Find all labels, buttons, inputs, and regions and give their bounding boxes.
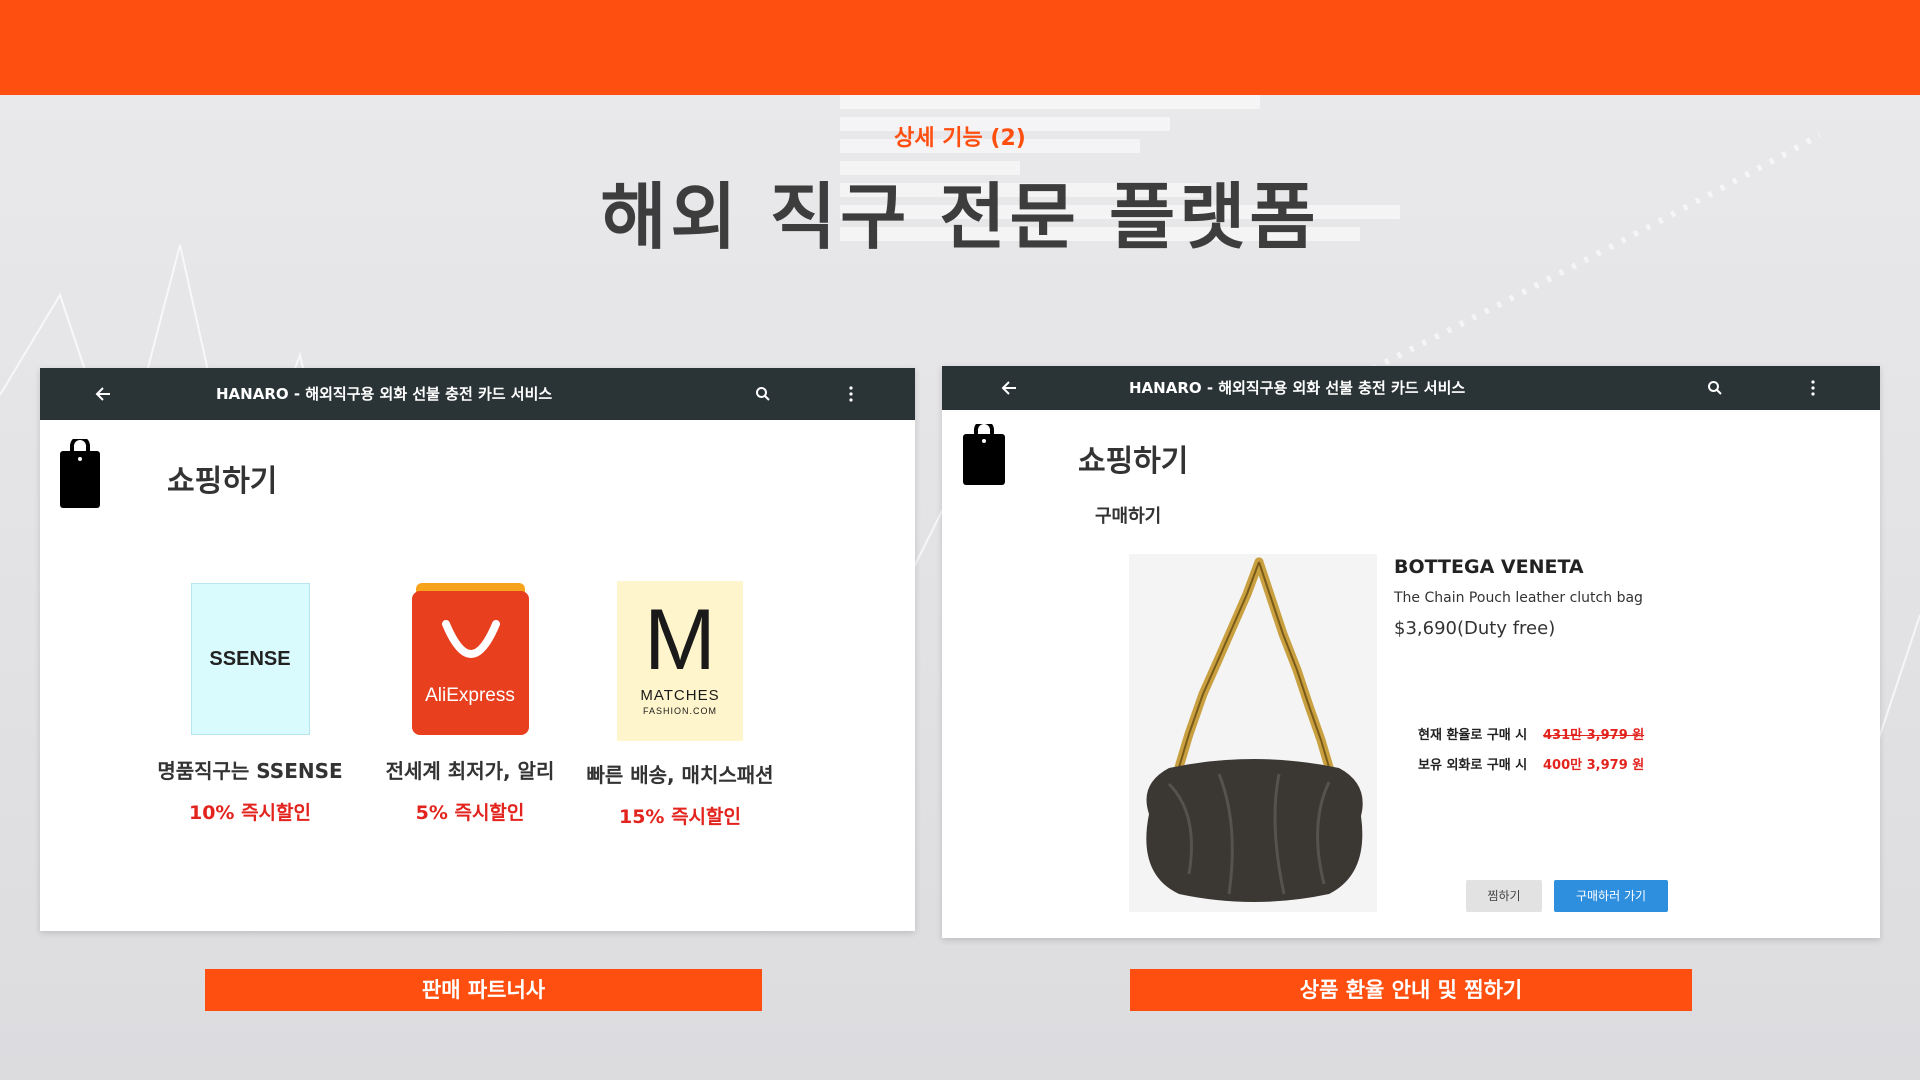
product-brand: BOTTEGA VENETA	[1394, 556, 1584, 578]
more-vertical-icon[interactable]	[848, 368, 854, 420]
wishlist-button[interactable]: 찜하기	[1466, 880, 1542, 912]
product-image	[1129, 554, 1377, 912]
page-title: 해외 직구 전문 플랫폼	[600, 175, 1320, 259]
matches-logo-text: MATCHES	[640, 687, 720, 704]
rate-current-label: 현재 환율로 구매 시	[1418, 728, 1528, 743]
partner-discount: 15% 즉시할인	[618, 806, 741, 828]
app-title: HANARO - 해외직구용 외화 선불 충전 카드 서비스	[216, 385, 553, 403]
partner-matches[interactable]: M MATCHES FASHION.COM 빠른 배송, 매치스패션 15% 즉…	[580, 581, 780, 829]
partner-screen: HANARO - 해외직구용 외화 선불 충전 카드 서비스 쇼핑하기 SSEN…	[40, 368, 915, 931]
shopping-bag-icon	[59, 436, 101, 513]
search-icon[interactable]	[1707, 366, 1723, 410]
partner-name: 전세계 최저가, 알리	[385, 759, 555, 783]
search-icon[interactable]	[755, 368, 771, 420]
partner-discount: 10% 즉시할인	[188, 802, 311, 824]
app-bar: HANARO - 해외직구용 외화 선불 충전 카드 서비스	[942, 366, 1880, 410]
section-subtitle: 상세 기능 (2)	[894, 126, 1026, 151]
partner-ssense[interactable]: SSENSE 명품직구는 SSENSE 10% 즉시할인	[150, 583, 350, 825]
aliexpress-logo-text: AliExpress	[425, 685, 515, 706]
caption-partners: 판매 파트너사	[205, 969, 762, 1011]
product-price: $3,690(Duty free)	[1394, 618, 1556, 639]
matches-logo-letter: M	[644, 592, 716, 688]
shopping-heading: 쇼핑하기	[167, 464, 278, 499]
matches-logo-subtext: FASHION.COM	[642, 706, 717, 716]
smile-icon	[441, 620, 500, 658]
ssense-logo-text: SSENSE	[209, 647, 291, 670]
aliexpress-logo[interactable]: AliExpress	[411, 583, 529, 735]
go-to-purchase-button[interactable]: 구매하러 가기	[1554, 880, 1668, 912]
caption-product-rate-wishlist: 상품 환율 안내 및 찜하기	[1130, 969, 1692, 1011]
partner-aliexpress[interactable]: AliExpress 전세계 최저가, 알리 5% 즉시할인	[370, 583, 570, 825]
app-title: HANARO - 해외직구용 외화 선불 충전 카드 서비스	[1129, 379, 1466, 397]
arrow-left-icon[interactable]	[1001, 366, 1019, 410]
shopping-heading: 쇼핑하기	[1078, 444, 1189, 479]
matches-logo[interactable]: M MATCHES FASHION.COM	[617, 581, 743, 741]
partner-name: 명품직구는 SSENSE	[157, 759, 343, 783]
arrow-left-icon[interactable]	[95, 368, 113, 420]
shopping-bag-icon	[962, 420, 1006, 490]
more-vertical-icon[interactable]	[1810, 366, 1816, 410]
rate-owned-label: 보유 외화로 구매 시	[1418, 758, 1528, 773]
top-banner	[0, 0, 1920, 95]
product-name: The Chain Pouch leather clutch bag	[1394, 590, 1643, 606]
app-bar: HANARO - 해외직구용 외화 선불 충전 카드 서비스	[40, 368, 915, 420]
product-screen: HANARO - 해외직구용 외화 선불 충전 카드 서비스 쇼핑하기 구매하기…	[942, 366, 1880, 938]
partner-name: 빠른 배송, 매치스패션	[586, 763, 774, 787]
rate-current-value: 431만 3,979 원	[1543, 728, 1645, 743]
partner-discount: 5% 즉시할인	[415, 802, 525, 824]
rate-owned-value: 400만 3,979 원	[1543, 758, 1645, 773]
purchase-subheading: 구매하기	[1095, 506, 1162, 527]
ssense-logo[interactable]: SSENSE	[190, 583, 310, 735]
